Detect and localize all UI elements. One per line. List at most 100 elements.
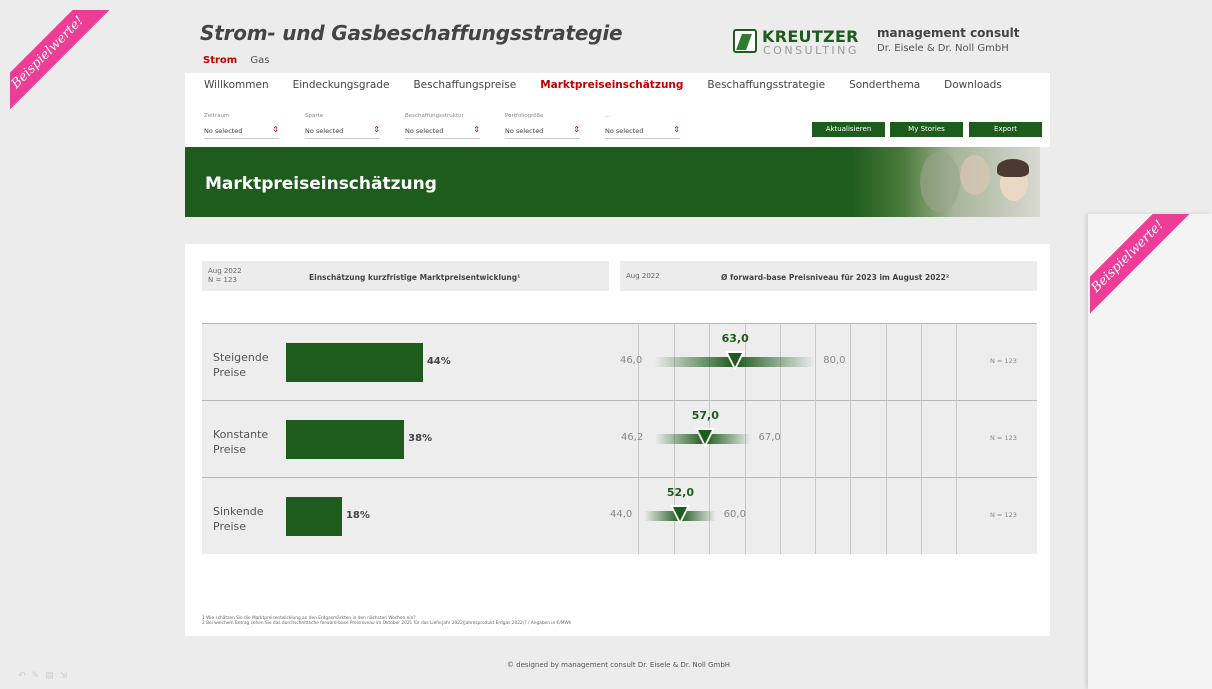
row-label-line1: Sinkende (213, 505, 264, 518)
banner-photo-hair (997, 159, 1029, 177)
range-min-label: 46,2 (620, 432, 644, 443)
nav-marktpreiseinschaetzung[interactable]: Marktpreiseinschätzung (540, 79, 683, 91)
range-min-label: 46,0 (619, 355, 643, 366)
range-mean-label: 57,0 (691, 409, 719, 422)
n-count: N = 123 (990, 434, 1017, 442)
tab-gas[interactable]: Gas (250, 55, 269, 66)
refresh-button[interactable]: Aktualisieren (812, 122, 885, 137)
share-label: 18% (345, 510, 370, 521)
range-max-label: 60,0 (723, 509, 746, 520)
row-label-line2: Preise (213, 443, 247, 456)
pen-icon[interactable]: ✎ (32, 671, 46, 681)
range-max-label: 67,0 (758, 432, 781, 443)
grid-line (886, 323, 887, 554)
range-min-label: 44,0 (610, 509, 633, 520)
commodity-tabs: Strom Gas (203, 55, 280, 66)
row-label: Sinkende Preise (213, 504, 263, 534)
range-mean-label: 52,0 (666, 486, 694, 499)
left-panel-date: Aug 2022 N = 123 (208, 267, 242, 285)
filter-label: Zeitraum (204, 113, 230, 119)
range-mean-label: 63,0 (721, 332, 749, 345)
left-panel-header: Aug 2022 N = 123 Einschätzung kurzfristi… (202, 261, 609, 291)
mean-marker-icon (669, 505, 690, 525)
filter-zeitraum[interactable]: Zeitraum No selected ⇕ (204, 113, 279, 139)
nav-eindeckungsgrade[interactable]: Eindeckungsgrade (293, 79, 390, 91)
spinner-icon[interactable]: ⇕ (373, 125, 380, 134)
row-label: Steigende Preise (213, 350, 269, 380)
row-label: Konstante Preise (213, 427, 268, 457)
filter-sparte[interactable]: Sparte No selected ⇕ (305, 113, 380, 139)
filter-value: No selected (305, 127, 344, 135)
filter-portfoliogroesse[interactable]: Portfoliogröße No selected ⇕ (505, 113, 580, 139)
right-panel-header: Aug 2022 Ø forward-base Preisniveau für … (620, 261, 1037, 291)
row-label-line2: Preise (213, 366, 247, 379)
filter-value: No selected (605, 127, 644, 135)
share-label: 38% (408, 433, 433, 444)
filter-beschaffungsstruktur[interactable]: Beschaffungsstruktur No selected ⇕ (405, 113, 480, 139)
spinner-icon[interactable]: ⇕ (673, 125, 680, 134)
nav-sonderthema[interactable]: Sonderthema (849, 79, 920, 91)
spinner-icon[interactable]: ⇕ (573, 125, 580, 134)
banner-photo (920, 152, 960, 212)
page-banner: Marktpreiseinschätzung (185, 147, 1040, 217)
row-label-line2: Preise (213, 520, 247, 533)
company-name: management consult (877, 26, 1020, 40)
share-label: 44% (426, 356, 451, 367)
sample-values-ribbon: Beispielwerte! (10, 10, 132, 132)
tab-strom[interactable]: Strom (203, 55, 237, 66)
filter-label: Portfoliogröße (505, 113, 544, 119)
share-icon[interactable]: ⇲ (60, 671, 74, 681)
grid-icon[interactable]: ▤ (45, 671, 60, 681)
nav-beschaffungspreise[interactable]: Beschaffungspreise (413, 79, 516, 91)
filter-label: Beschaffungsstruktur (405, 113, 464, 119)
my-stories-button[interactable]: My Stories (890, 122, 963, 137)
main-nav: Willkommen Eindeckungsgrade Beschaffungs… (204, 79, 1026, 91)
ribbon-text: Beispielwerte! (10, 10, 128, 132)
row-label-line1: Steigende (213, 351, 269, 364)
share-bar (286, 343, 423, 382)
n-count: N = 123 (990, 511, 1017, 519)
footnote-2: 2 Bei welchem Betrag sehen Sie das durch… (202, 621, 572, 626)
logo-subtitle: CONSULTING (763, 44, 859, 57)
share-bar (286, 497, 342, 536)
app-title: Strom- und Gasbeschaffungsstrategie (200, 21, 623, 45)
mean-marker-icon (694, 428, 715, 448)
banner-photo-person (960, 155, 990, 195)
n-text: N = 123 (208, 276, 237, 284)
export-button[interactable]: Export (969, 122, 1042, 137)
n-count: N = 123 (990, 357, 1017, 365)
grid-line (850, 323, 851, 554)
filter-value: No selected (505, 127, 544, 135)
left-panel-title: Einschätzung kurzfristige Marktpreisentw… (309, 273, 521, 282)
navigation-bar: Willkommen Eindeckungsgrade Beschaffungs… (185, 73, 1050, 147)
content-card: Aug 2022 N = 123 Einschätzung kurzfristi… (185, 244, 1050, 636)
footer-credit: © designed by management consult Dr. Eis… (506, 661, 731, 669)
toolbar-icons[interactable]: ↶✎▤⇲ (18, 671, 73, 681)
nav-beschaffungsstrategie[interactable]: Beschaffungsstrategie (707, 79, 825, 91)
dashboard-page: Beispielwerte! Beispielwerte! Strom- und… (0, 0, 1212, 689)
nav-willkommen[interactable]: Willkommen (204, 79, 269, 91)
grid-line (921, 323, 922, 554)
mean-marker-icon (724, 351, 745, 371)
filter-label: Sparte (305, 113, 324, 119)
logo-mark-icon (733, 29, 757, 53)
spinner-icon[interactable]: ⇕ (272, 125, 279, 134)
row-label-line1: Konstante (213, 428, 269, 441)
date-text: Aug 2022 (208, 267, 242, 275)
filter-value: No selected (405, 127, 444, 135)
filter-label: ... (605, 113, 611, 119)
spinner-icon[interactable]: ⇕ (473, 125, 480, 134)
range-max-label: 80,0 (823, 355, 846, 366)
ribbon-text-2: Beispielwerte! (1090, 214, 1208, 336)
grid-line (956, 323, 957, 554)
undo-icon[interactable]: ↶ (18, 671, 32, 681)
company-subtitle: Dr. Eisele & Dr. Noll GmbH (877, 43, 1009, 54)
right-panel-title: Ø forward-base Preisniveau für 2023 im A… (721, 273, 950, 282)
filter-value: No selected (204, 127, 243, 135)
page-title: Marktpreiseinschätzung (205, 174, 437, 194)
sample-values-ribbon-2: Beispielwerte! (1090, 214, 1212, 336)
right-panel-date: Aug 2022 (626, 272, 660, 280)
filter-more[interactable]: ... No selected ⇕ (605, 113, 680, 139)
share-bar (286, 420, 405, 459)
nav-downloads[interactable]: Downloads (944, 79, 1002, 91)
